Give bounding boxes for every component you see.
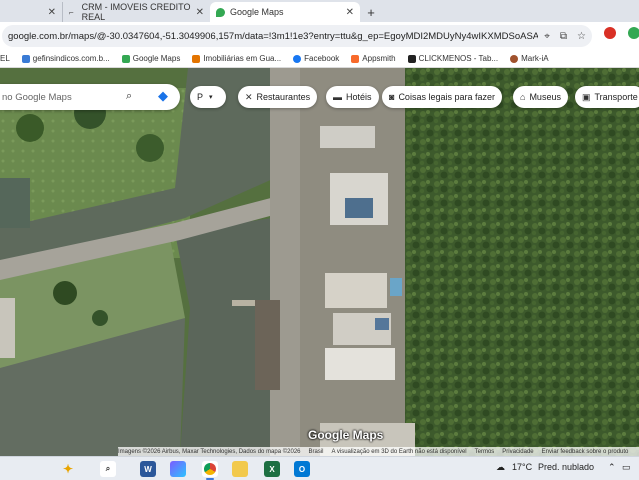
satellite-imagery bbox=[0, 68, 639, 456]
bookmark-favicon-icon bbox=[510, 54, 519, 63]
bookmark-favicon-icon bbox=[121, 54, 130, 63]
bookmark-star-icon[interactable]: ☆ bbox=[577, 31, 586, 42]
bookmark-item[interactable]: CLICKMENOS - Tab... bbox=[407, 54, 499, 63]
chip-hotels[interactable]: ▬ Hotéis bbox=[326, 86, 379, 108]
chip-label: Museus bbox=[529, 92, 561, 102]
file-explorer-icon[interactable] bbox=[232, 461, 248, 477]
close-icon[interactable]: ✕ bbox=[196, 7, 204, 18]
chip-museums[interactable]: ⌂ Museus bbox=[513, 86, 568, 108]
word-icon[interactable]: W bbox=[140, 461, 156, 477]
chrome-icon[interactable] bbox=[202, 461, 218, 480]
chevron-down-icon: ▾ bbox=[209, 94, 213, 101]
weather-temp[interactable]: 17°C bbox=[512, 462, 532, 472]
directions-icon[interactable]: ◆ bbox=[158, 88, 174, 104]
search-icon[interactable]: ⌕ bbox=[100, 461, 116, 477]
new-tab-button[interactable]: + bbox=[360, 2, 382, 22]
camera-icon: ◙ bbox=[389, 92, 395, 102]
fork-knife-icon: ✕ bbox=[245, 91, 253, 102]
tab-title: Google Maps bbox=[230, 7, 284, 17]
bookmark-item[interactable]: Appsmith bbox=[351, 54, 396, 63]
bookmark-item[interactable]: gefinsindicos.com.b... bbox=[21, 54, 110, 63]
install-app-icon[interactable]: ⧉ bbox=[560, 31, 567, 42]
excel-icon[interactable]: X bbox=[264, 461, 280, 477]
browser-tab[interactable]: ⌐ CRM - IMOVEIS CREDITO REAL ✕ bbox=[62, 2, 210, 22]
parking-chip[interactable]: P ▾ bbox=[190, 86, 226, 108]
widgets-icon[interactable]: ✦ bbox=[60, 461, 76, 477]
bookmark-item[interactable]: Google Maps bbox=[121, 54, 181, 63]
transit-icon: ▣ bbox=[582, 91, 591, 102]
bookmark-label: Google Maps bbox=[132, 54, 181, 63]
map-attribution: Imagens ©2026 Airbus, Maxar Technologies… bbox=[118, 447, 639, 456]
google-maps-favicon-icon bbox=[216, 7, 225, 17]
network-icon[interactable]: ▭ bbox=[622, 462, 631, 473]
chip-label: Hotéis bbox=[346, 92, 372, 102]
maps-search-input[interactable]: no Google Maps ⌕ ◆ bbox=[0, 84, 180, 110]
terms-link[interactable]: Termos bbox=[475, 449, 495, 455]
bookmarks-bar: EL gefinsindicos.com.b... Google Maps Im… bbox=[0, 50, 639, 68]
url-text: google.com.br/maps/@-30.0347604,-51.3049… bbox=[8, 30, 539, 42]
windows-taskbar: ✦ ⌕ W X O ☁ 17°C Pred. nublado ⌃ ▭ bbox=[0, 456, 639, 480]
chip-things-to-do[interactable]: ◙ Coisas legais para fazer bbox=[382, 86, 502, 108]
bookmark-favicon-icon bbox=[192, 54, 201, 63]
close-icon[interactable]: ✕ bbox=[48, 7, 56, 18]
chevron-up-icon[interactable]: ⌃ bbox=[608, 462, 616, 473]
copilot-icon[interactable] bbox=[170, 461, 186, 477]
museum-icon: ⌂ bbox=[520, 92, 526, 102]
bookmark-favicon-icon bbox=[21, 54, 30, 63]
browser-tab-strip: ✕ ⌐ CRM - IMOVEIS CREDITO REAL ✕ Google … bbox=[0, 0, 639, 22]
google-maps-logo: Google Maps bbox=[308, 428, 384, 442]
bookmark-label: Mark-iA bbox=[521, 54, 549, 63]
feedback-link[interactable]: Enviar feedback sobre o produto bbox=[542, 449, 629, 455]
bookmark-favicon-icon bbox=[293, 54, 302, 63]
close-icon[interactable]: ✕ bbox=[346, 7, 354, 18]
weather-text[interactable]: Pred. nublado bbox=[538, 462, 594, 472]
bookmark-label: EL bbox=[0, 54, 10, 63]
tab-title: CRM - IMOVEIS CREDITO REAL bbox=[81, 2, 191, 22]
chip-label: Coisas legais para fazer bbox=[398, 92, 495, 102]
parking-chip-label: P bbox=[197, 92, 204, 102]
browser-tab[interactable]: ✕ bbox=[0, 2, 62, 22]
earth-3d-notice: A visualização em 3D do Earth não está d… bbox=[331, 448, 467, 455]
bookmark-favicon-icon bbox=[351, 54, 360, 63]
chip-restaurants[interactable]: ✕ Restaurantes bbox=[238, 86, 318, 108]
privacy-link[interactable]: Privacidade bbox=[502, 449, 533, 455]
crm-favicon-icon: ⌐ bbox=[69, 7, 74, 17]
extension-red-icon[interactable] bbox=[604, 27, 616, 39]
bookmark-favicon-icon bbox=[407, 54, 416, 63]
bookmark-item[interactable]: Mark-iA bbox=[510, 54, 549, 63]
address-bar[interactable]: google.com.br/maps/@-30.0347604,-51.3049… bbox=[2, 25, 592, 47]
location-icon[interactable]: ⌖ bbox=[544, 31, 550, 42]
chip-label: Restaurantes bbox=[256, 92, 311, 102]
country-label: Brasil bbox=[308, 448, 324, 455]
satellite-map[interactable]: Google Maps bbox=[0, 68, 639, 456]
bookmark-label: Appsmith bbox=[362, 54, 396, 63]
browser-toolbar: google.com.br/maps/@-30.0347604,-51.3049… bbox=[0, 22, 639, 50]
bookmark-label: gefinsindicos.com.b... bbox=[32, 54, 110, 63]
chip-label: Transporte bbox=[594, 92, 638, 102]
outlook-icon[interactable]: O bbox=[294, 461, 310, 477]
weather-icon[interactable]: ☁ bbox=[496, 462, 505, 473]
bookmark-item[interactable]: EL bbox=[0, 54, 10, 63]
extension-green-icon[interactable] bbox=[628, 27, 639, 39]
bookmark-label: Imobiliárias em Gua... bbox=[203, 54, 282, 63]
bookmark-label: Facebook bbox=[304, 54, 340, 63]
imagery-credit: Imagens ©2026 Airbus, Maxar Technologies… bbox=[118, 448, 301, 455]
bookmark-item[interactable]: Imobiliárias em Gua... bbox=[192, 54, 281, 63]
bookmark-item[interactable]: Facebook bbox=[293, 54, 339, 63]
browser-tab-active[interactable]: Google Maps ✕ bbox=[210, 2, 360, 22]
search-icon[interactable]: ⌕ bbox=[126, 90, 132, 103]
chip-transit[interactable]: ▣ Transporte bbox=[575, 86, 639, 108]
bookmark-label: CLICKMENOS - Tab... bbox=[418, 54, 499, 63]
bed-icon: ▬ bbox=[333, 92, 342, 102]
search-placeholder: no Google Maps bbox=[2, 91, 72, 103]
